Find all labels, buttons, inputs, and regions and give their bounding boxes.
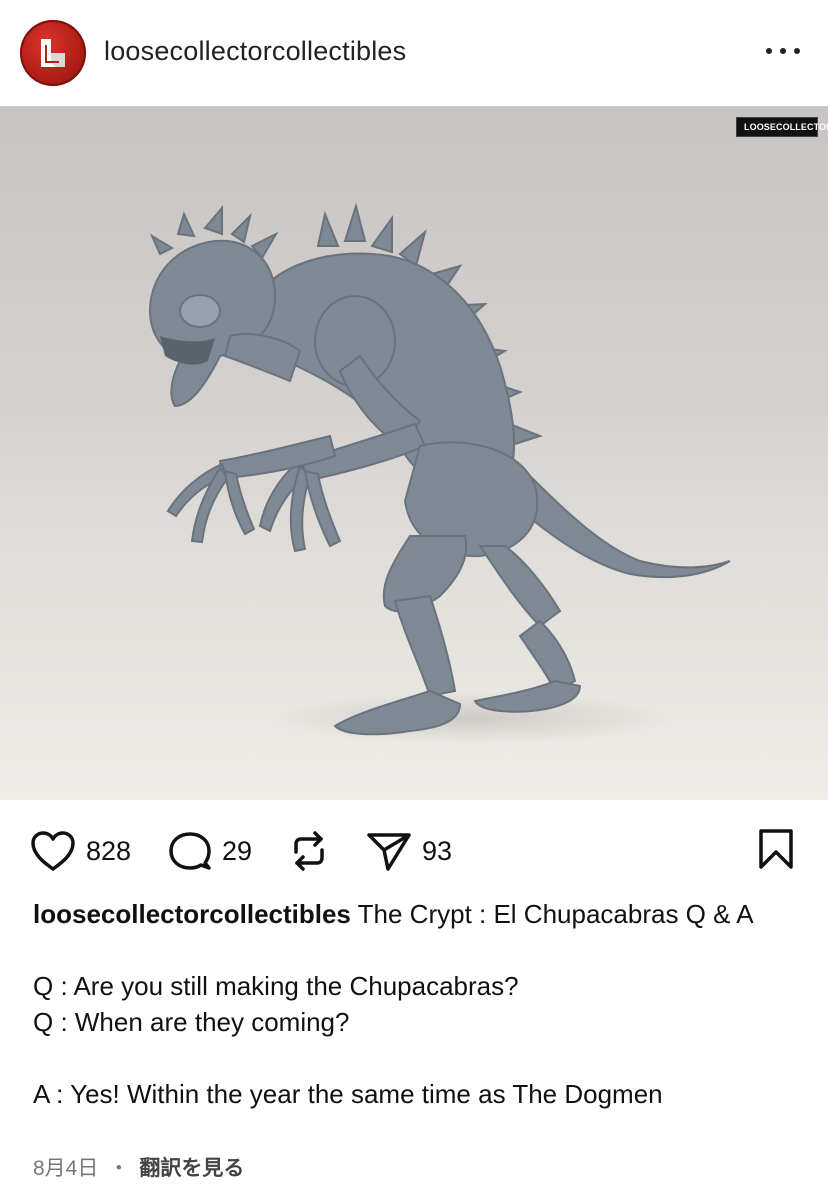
- post-username[interactable]: loosecollectorcollectibles: [104, 36, 406, 67]
- watermark-badge: LOOSECOLLECTOR: [736, 117, 828, 137]
- post-footer: 8月4日 ・ 翻訳を見る: [33, 1152, 244, 1182]
- caption-title: The Crypt : El Chupacabras Q & A: [350, 899, 754, 929]
- caption-blank-line-2: [33, 1040, 803, 1076]
- avatar[interactable]: [20, 20, 86, 86]
- caption-answer: A : Yes! Within the year the same time a…: [33, 1079, 663, 1109]
- post-date: 8月4日: [33, 1157, 99, 1180]
- caption-first-line: loosecollectorcollectibles The Crypt : E…: [33, 896, 803, 932]
- post-header: loosecollectorcollectibles: [0, 0, 828, 106]
- caption-username[interactable]: loosecollectorcollectibles: [33, 899, 351, 929]
- brand-logo-icon: [41, 39, 65, 67]
- caption-blank-line: [33, 932, 803, 968]
- repost-button[interactable]: [288, 830, 330, 872]
- post-image[interactable]: LOOSECOLLECTOR: [0, 106, 828, 800]
- heart-icon: [31, 831, 75, 871]
- caption-question-2: Q : When are they coming?: [33, 1007, 350, 1037]
- watermark-text: LOOSECOLLECTOR: [744, 122, 828, 132]
- comment-button[interactable]: 29: [168, 830, 252, 872]
- send-button[interactable]: 93: [366, 830, 452, 872]
- send-icon: [367, 833, 411, 871]
- repost-icon: [294, 831, 324, 871]
- like-count: 828: [86, 835, 132, 866]
- translate-link[interactable]: 翻訳を見る: [139, 1152, 244, 1182]
- bookmark-icon: [759, 829, 793, 869]
- footer-separator: ・: [108, 1157, 130, 1180]
- caption-question-1: Q : Are you still making the Chupacabras…: [33, 971, 519, 1001]
- comment-icon: [169, 832, 211, 870]
- share-count: 93: [422, 835, 453, 866]
- comment-count: 29: [222, 835, 253, 866]
- action-bar: 828 29 93: [0, 800, 828, 896]
- chupacabras-figure-image: [148, 202, 731, 744]
- like-button[interactable]: 828: [30, 830, 131, 872]
- more-horizontal-icon[interactable]: [766, 46, 800, 56]
- post-caption: loosecollectorcollectibles The Crypt : E…: [33, 896, 803, 1112]
- bookmark-button[interactable]: [758, 828, 794, 870]
